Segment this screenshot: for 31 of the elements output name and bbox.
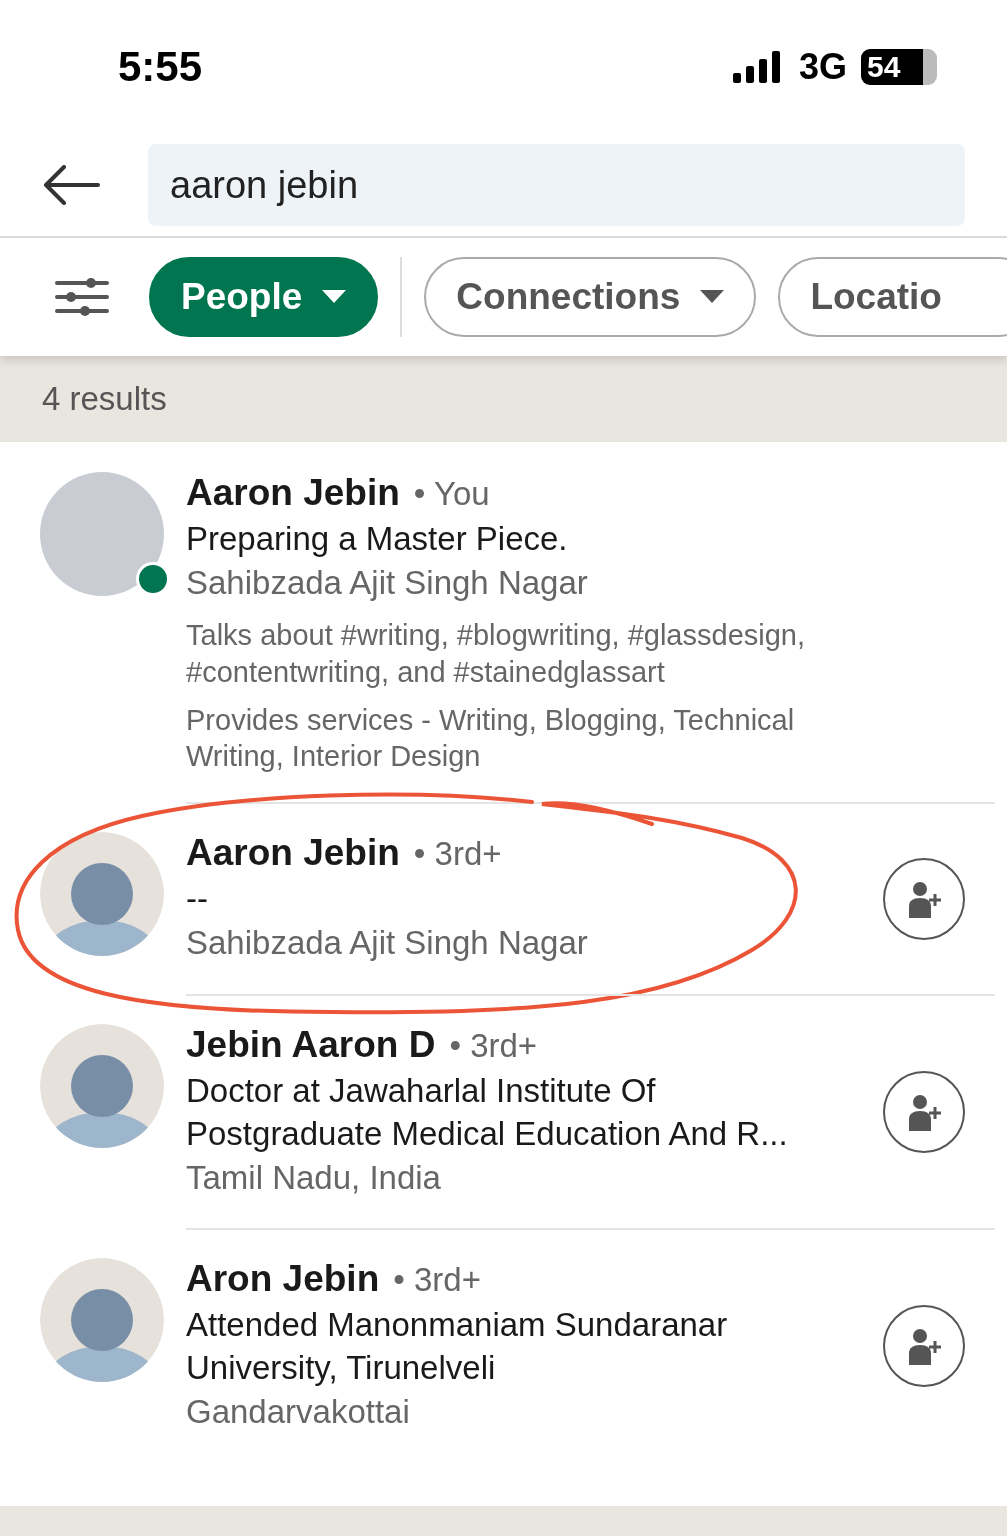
status-time: 5:55 — [118, 43, 203, 91]
person-location: Tamil Nadu, India — [186, 1157, 442, 1198]
results-count: 4 results — [42, 380, 167, 418]
person-name[interactable]: Aron Jebin — [186, 1258, 380, 1301]
person-name[interactable]: Aaron Jebin — [186, 472, 400, 514]
avatar-silhouette-icon — [40, 1023, 164, 1148]
connection-degree: • 3rd+ — [413, 835, 502, 874]
person-headline: Doctor at Jawaharlal Institute Of Postgraduate Medical Education And R... — [186, 1070, 789, 1154]
back-arrow-icon[interactable] — [42, 165, 100, 205]
avatar-silhouette-icon — [40, 1258, 164, 1383]
network-label: 3G — [798, 46, 847, 88]
person-location: Gandarvakottai — [186, 1392, 411, 1432]
connection-degree: • 3rd+ — [393, 1261, 481, 1300]
filter-pill[interactable]: Locatio — [778, 257, 1007, 337]
person-headline: -- — [186, 879, 209, 920]
filter-pill[interactable]: Connections — [424, 257, 757, 337]
search-field[interactable]: aaron jebin — [148, 144, 965, 226]
person-name[interactable]: Aaron Jebin — [186, 832, 400, 875]
person-name[interactable]: Jebin Aaron D — [186, 1023, 436, 1066]
connection-degree: • You — [413, 475, 490, 513]
battery-indicator: 54 — [861, 49, 937, 85]
avatar-silhouette-icon — [40, 832, 164, 957]
profile-detail: Provides services - Writing, Blogging, Technical Writing, Interior Design — [186, 702, 796, 775]
person-location: Sahibzada Ajit Singh Nagar — [186, 923, 589, 964]
connection-degree: • 3rd+ — [449, 1026, 538, 1065]
person-headline: Preparing a Master Piece. — [186, 519, 569, 559]
person-location: Sahibzada Ajit Singh Nagar — [186, 562, 589, 603]
filter-pill[interactable]: People — [149, 257, 379, 337]
profile-detail: Talks about #writing, #blogwriting, #glassdesign, #contentwriting, and #stainedglassart — [186, 618, 806, 690]
filter-sliders-icon[interactable] — [55, 277, 109, 317]
person-headline: Attended Manonmaniam Sundaranar University, Tirunelveli — [186, 1305, 729, 1389]
